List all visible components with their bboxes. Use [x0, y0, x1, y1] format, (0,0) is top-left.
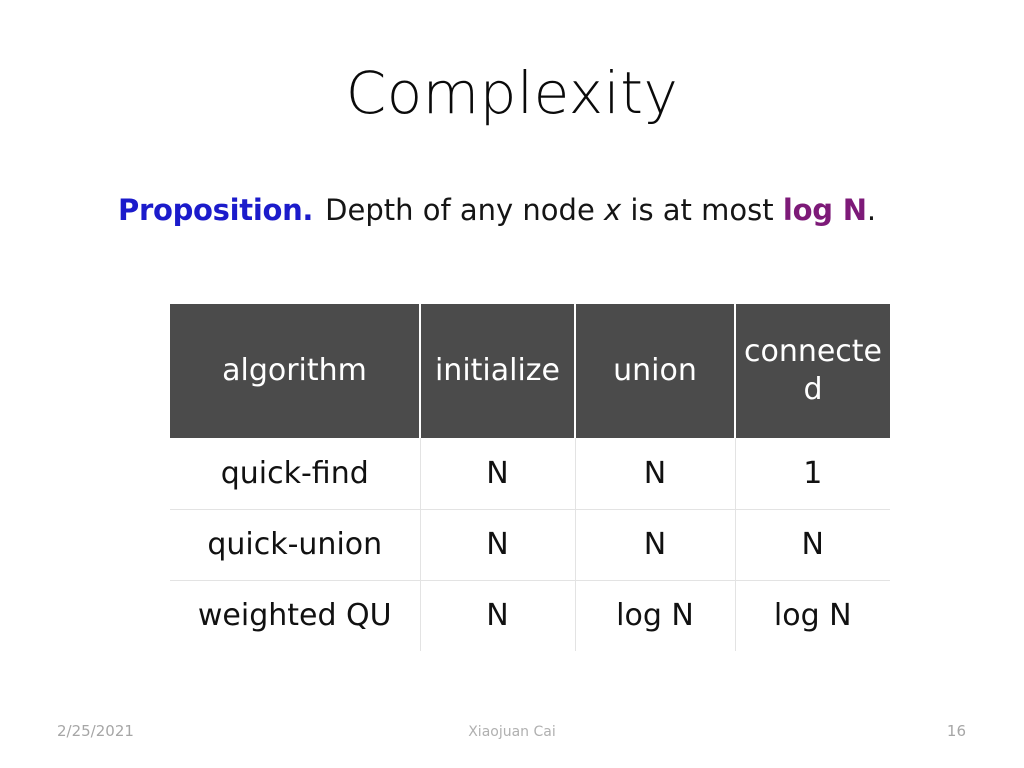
column-header-union: union: [575, 304, 736, 438]
cell-initialize: N: [420, 509, 576, 581]
footer-author: Xiaojuan Cai: [468, 724, 556, 740]
proposition-body-after: is at most: [621, 193, 783, 227]
slide-canvas: Complexity Proposition. Depth of any node…: [0, 0, 1024, 768]
column-header-algorithm: algorithm: [170, 304, 421, 438]
cell-initialize: N: [420, 438, 576, 510]
column-header-connected: connected: [735, 304, 890, 438]
table-row: weighted QU N log N log N: [170, 580, 890, 651]
complexity-table-container: algorithm initialize union connected qui…: [170, 304, 890, 651]
proposition-label: Proposition.: [118, 193, 314, 227]
proposition-period: .: [866, 193, 877, 227]
cell-initialize: N: [420, 580, 576, 651]
proposition-variable-x: x: [604, 193, 622, 227]
column-header-initialize: initialize: [420, 304, 576, 438]
cell-connected: N: [735, 509, 890, 581]
table-row: quick-find N N 1: [170, 438, 890, 510]
cell-algorithm: quick-find: [170, 438, 421, 510]
table-header-row: algorithm initialize union connected: [170, 304, 890, 438]
table-body: quick-find N N 1 quick-union N N N weigh…: [170, 438, 890, 651]
complexity-table: algorithm initialize union connected qui…: [170, 304, 890, 651]
table-header: algorithm initialize union connected: [170, 304, 890, 438]
table-row: quick-union N N N: [170, 509, 890, 581]
footer-page-number: 16: [946, 722, 966, 740]
proposition-bound-variable-n: N: [842, 193, 867, 227]
cell-algorithm: weighted QU: [170, 580, 421, 651]
cell-union: N: [575, 509, 736, 581]
page-title: Complexity: [345, 59, 679, 127]
proposition-bound-log: log: [782, 193, 843, 227]
cell-union: log N: [575, 580, 736, 651]
proposition-body-before: Depth of any node: [325, 193, 604, 227]
cell-connected: 1: [735, 438, 890, 510]
cell-union: N: [575, 438, 736, 510]
proposition-statement: Proposition. Depth of any node x is at mo…: [118, 192, 978, 228]
cell-connected: log N: [735, 580, 890, 651]
cell-algorithm: quick-union: [170, 509, 421, 581]
